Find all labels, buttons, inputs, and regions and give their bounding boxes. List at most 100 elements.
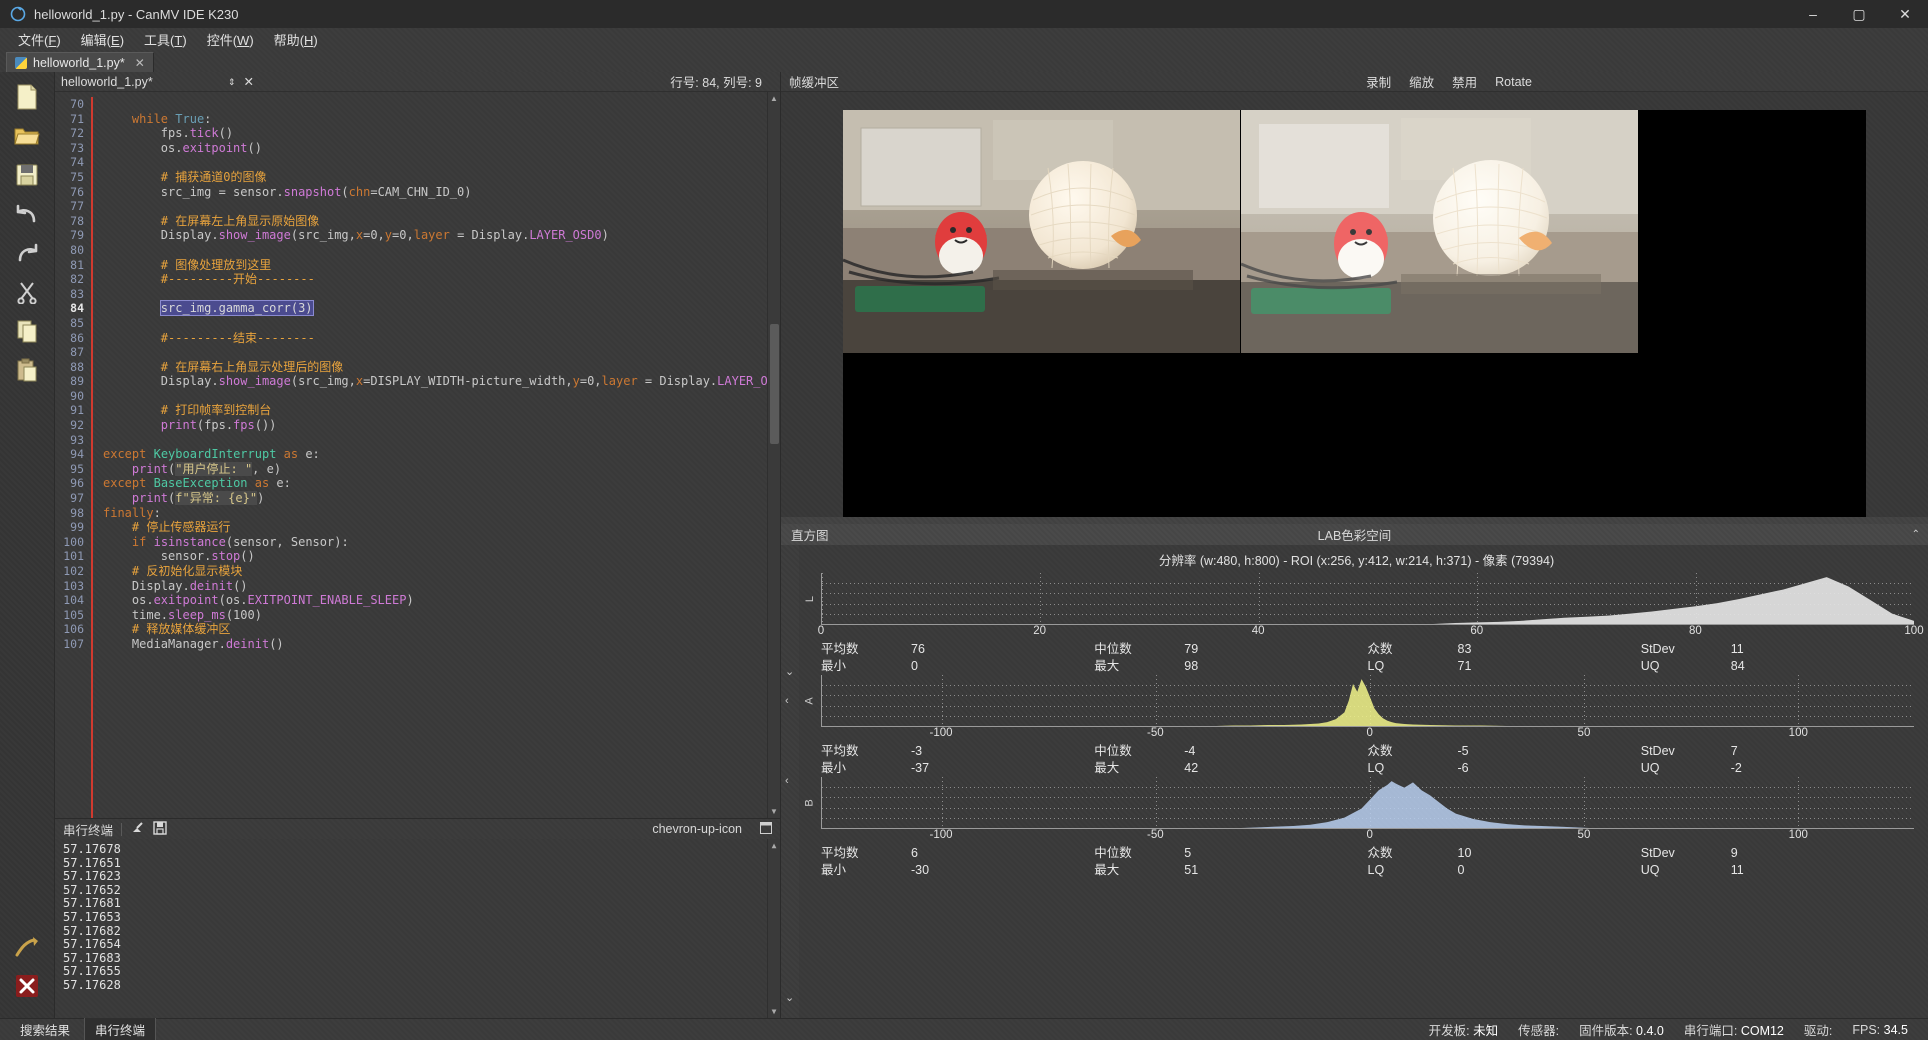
code-line[interactable]: Display.show_image(src_img,x=0,y=0,layer… [103,228,767,243]
expand-down-icon[interactable]: ⌄ [785,991,794,1004]
code-line[interactable]: # 在屏幕右上角显示处理后的图像 [103,360,767,375]
terminal-output[interactable]: 57.17678 57.17651 57.17623 57.17652 57.17681… [55,839,780,1018]
histogram-plot[interactable] [821,573,1914,625]
menu-file[interactable]: 文件(F) [8,28,71,51]
code-line[interactable]: src_img = sensor.snapshot(chn=CAM_CHN_ID… [103,185,767,200]
zoom-button[interactable]: 缩放 [1400,72,1443,91]
code-line[interactable]: # 释放媒体缓冲区 [103,622,767,637]
code-line[interactable] [103,97,767,112]
minimize-button[interactable]: – [1790,0,1836,28]
menu-help[interactable]: 帮助(H) [264,28,328,51]
terminal-scrollbar[interactable]: ▲ ▼ [767,839,780,1018]
cut-icon[interactable] [11,277,43,307]
undo-icon[interactable] [11,199,43,229]
bottom-tab-search-results[interactable]: 搜索结果 [10,1018,80,1040]
terminal-scroll-down-arrow[interactable]: ▼ [768,1007,780,1016]
histogram-plot[interactable] [821,777,1914,829]
copy-icon[interactable] [11,316,43,346]
code-editor[interactable]: 70 71 72 73 74 75 76 77 78 79 80 81 82 83 84 85 86 87 88 89… [55,92,767,818]
code-line[interactable]: MediaManager.deinit() [103,637,767,652]
status-driver-key: 驱动: [1803,1024,1833,1038]
code-token: os. [103,593,154,608]
code-line[interactable]: while True: [103,112,767,127]
code-token: () [269,636,284,651]
histogram-plot[interactable] [821,675,1914,727]
code-line[interactable]: Display.show_image(src_img,x=DISPLAY_WID… [103,374,767,389]
collapse-left-icon[interactable]: ‹ [785,695,789,707]
code-line[interactable]: # 打印帧率到控制台 [103,403,767,418]
tab-histogram[interactable]: 直方图 [791,525,829,544]
code-line[interactable] [103,345,767,360]
panel-splitter[interactable] [781,517,1928,524]
code-line[interactable] [103,433,767,448]
menu-tools[interactable]: 工具(T) [134,28,197,51]
code-line[interactable] [103,316,767,331]
terminal-scroll-up-arrow[interactable]: ▲ [768,841,780,850]
code-line[interactable]: #---------开始-------- [103,272,767,287]
editor-header: helloworld_1.py* ⇕ ✕ 行号: 84, 列号: 9 [55,72,780,92]
terminal-save-icon[interactable] [153,820,167,838]
code-line[interactable]: # 反初始化显示模块 [103,564,767,579]
code-line[interactable]: print(fps.fps()) [103,418,767,433]
menu-widgets[interactable]: 控件(W) [197,28,264,51]
code-line[interactable]: src_img.gamma_corr(3) [103,300,767,317]
record-button[interactable]: 录制 [1357,72,1400,91]
code-line[interactable] [103,243,767,258]
document-tab-helloworld[interactable]: helloworld_1.py* ✕ [6,52,154,72]
code-line[interactable]: finally: [103,506,767,521]
code-line[interactable]: os.exitpoint(os.EXITPOINT_ENABLE_SLEEP) [103,593,767,608]
rotate-button[interactable]: Rotate [1486,75,1541,89]
document-tab-close-icon[interactable]: ✕ [135,56,145,70]
code-line[interactable]: # 捕获通道0的图像 [103,170,767,185]
code-line[interactable]: sensor.stop() [103,549,767,564]
terminal-clear-icon[interactable] [130,821,145,838]
code-line[interactable]: #---------结束-------- [103,331,767,346]
code-line[interactable]: Display.deinit() [103,579,767,594]
close-button[interactable]: ✕ [1882,0,1928,28]
framebuffer-canvas[interactable] [843,110,1866,517]
code-line[interactable]: fps.tick() [103,126,767,141]
code-line[interactable]: time.sleep_ms(100) [103,608,767,623]
redo-icon[interactable] [11,238,43,268]
stat-cell: LQ 0 [1368,862,1641,879]
tab-lab-colorspace[interactable]: LAB色彩空间 [1318,525,1392,544]
code-token: os. [103,140,183,155]
code-line[interactable]: # 在屏幕左上角显示原始图像 [103,214,767,229]
code-line[interactable]: print("用户停止: ", e) [103,461,767,477]
disable-button[interactable]: 禁用 [1443,72,1486,91]
editor-vertical-scrollbar[interactable]: ▲ ▼ [767,92,780,818]
code-line[interactable]: except KeyboardInterrupt as e: [103,447,767,462]
scroll-down-arrow[interactable]: ▼ [770,805,778,818]
code-line[interactable] [103,287,767,302]
code-line[interactable]: # 停止传感器运行 [103,520,767,535]
editor-close-icon[interactable]: ✕ [244,74,254,89]
collapse-down-icon[interactable]: ⌄ [785,665,794,678]
new-file-icon[interactable] [11,82,43,112]
code-token: e: [269,476,291,491]
terminal-line: 57.17651 [63,855,121,870]
code-line[interactable]: print(f"异常: {e}") [103,491,767,506]
code-line[interactable] [103,389,767,404]
terminal-popout-icon[interactable] [760,821,780,837]
connect-icon[interactable] [11,932,43,962]
scrollbar-thumb[interactable] [770,324,779,445]
code-line[interactable]: except BaseException as e: [103,476,767,491]
paste-icon[interactable] [11,355,43,385]
code-line[interactable]: os.exitpoint() [103,141,767,156]
save-file-icon[interactable] [11,160,43,190]
editor-split-icon[interactable]: ⇕ [228,77,236,86]
menu-edit[interactable]: 编辑(E) [71,28,134,51]
code-line[interactable] [103,199,767,214]
maximize-button[interactable]: ▢ [1836,0,1882,28]
bottom-tab-serial-terminal[interactable]: 串行终端 [84,1017,157,1040]
code-line[interactable]: # 图像处理放到这里 [103,258,767,273]
code-line[interactable]: if isinstance(sensor, Sensor): [103,535,767,550]
scroll-up-arrow[interactable]: ▲ [770,92,778,105]
code-text[interactable]: while True: fps.tick() os.exitpoint() # … [93,92,767,818]
code-line[interactable] [103,155,767,170]
terminal-collapse-icon[interactable]: chevron-up-icon [652,822,752,836]
open-folder-icon[interactable] [11,121,43,151]
collapse-left-icon-2[interactable]: ‹ [785,775,789,787]
chevron-up-icon[interactable]: ⌃ [1912,529,1920,540]
stop-icon[interactable] [11,971,43,1001]
